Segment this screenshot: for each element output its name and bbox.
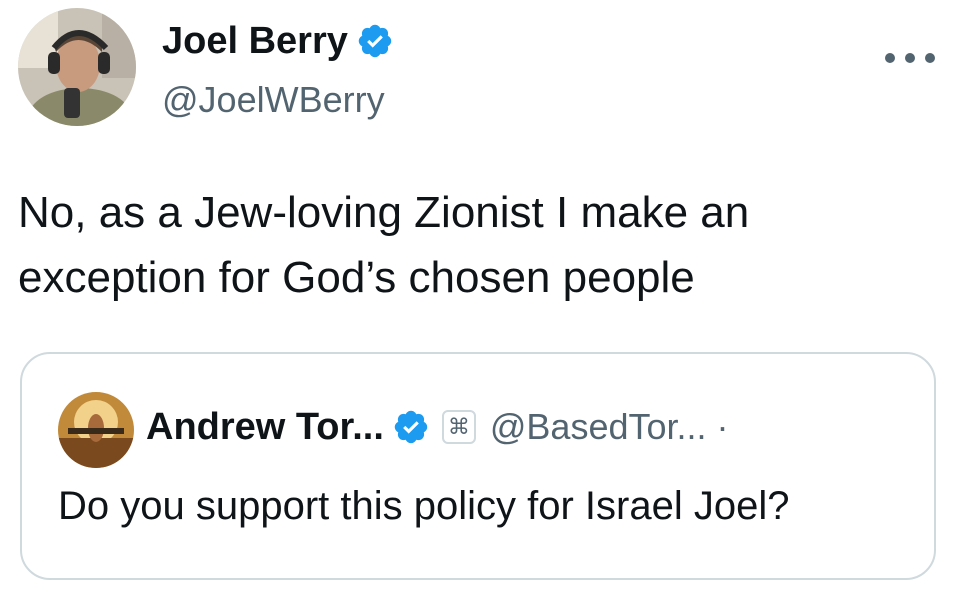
tweet-text: No, as a Jew-loving Zionist I make an ex…	[18, 188, 750, 302]
quoted-tweet-header: Andrew Tor... ⌘ @BasedTor... ·	[146, 404, 729, 450]
verified-badge-icon[interactable]	[356, 22, 394, 60]
quoted-verified-badge-icon[interactable]	[392, 408, 430, 446]
separator-dot: ·	[716, 406, 729, 447]
quoted-author-name[interactable]: Andrew Tor...	[146, 404, 384, 450]
author-name[interactable]: Joel Berry	[162, 18, 348, 64]
affiliate-badge-icon[interactable]: ⌘	[441, 410, 476, 444]
more-options-button[interactable]	[880, 38, 940, 78]
author-avatar[interactable]	[18, 8, 136, 126]
quoted-author-handle[interactable]: @BasedTor...	[490, 404, 707, 450]
quoted-tweet-text: Do you support this policy for Israel Jo…	[58, 484, 790, 528]
more-options-icon	[885, 53, 935, 63]
author-name-row: Joel Berry	[162, 18, 394, 64]
author-handle[interactable]: @JoelWBerry	[162, 78, 385, 122]
quoted-author-avatar[interactable]	[58, 392, 134, 468]
quoted-tweet-card[interactable]: Andrew Tor... ⌘ @BasedTor... · Do you su…	[20, 352, 936, 580]
